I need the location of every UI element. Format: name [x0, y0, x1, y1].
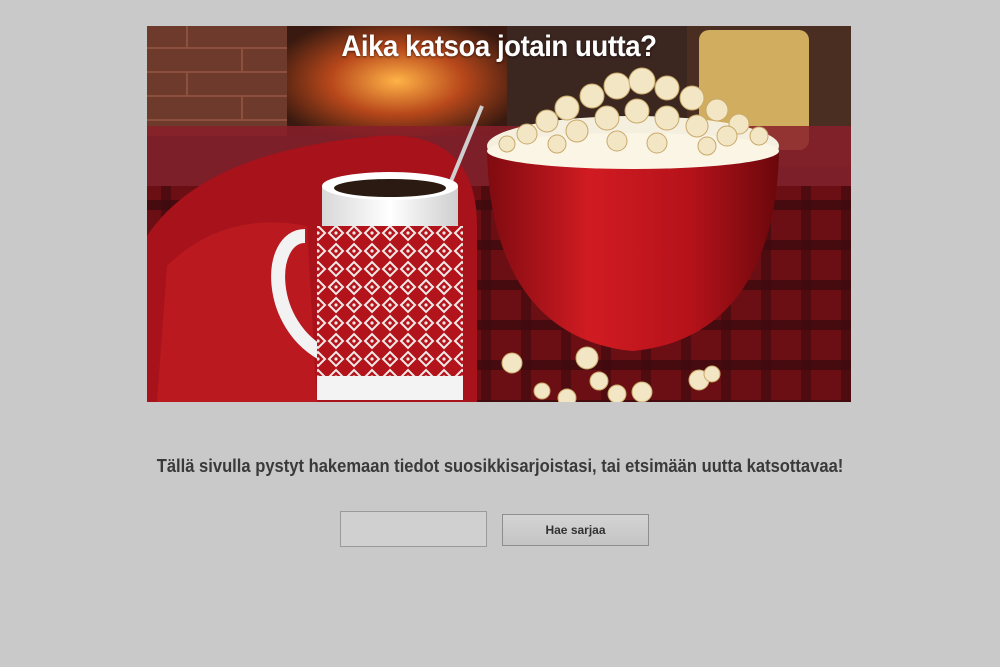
search-input[interactable]	[340, 511, 487, 547]
search-button[interactable]: Hae sarjaa	[502, 514, 649, 546]
intro-text: Tällä sivulla pystyt hakemaan tiedot suo…	[156, 456, 844, 476]
hero-banner: Aika katsoa jotain uutta?	[147, 26, 851, 402]
coffee-mug-popcorn-bowl-image	[147, 26, 851, 402]
hero-title: Aika katsoa jotain uutta?	[341, 30, 657, 63]
